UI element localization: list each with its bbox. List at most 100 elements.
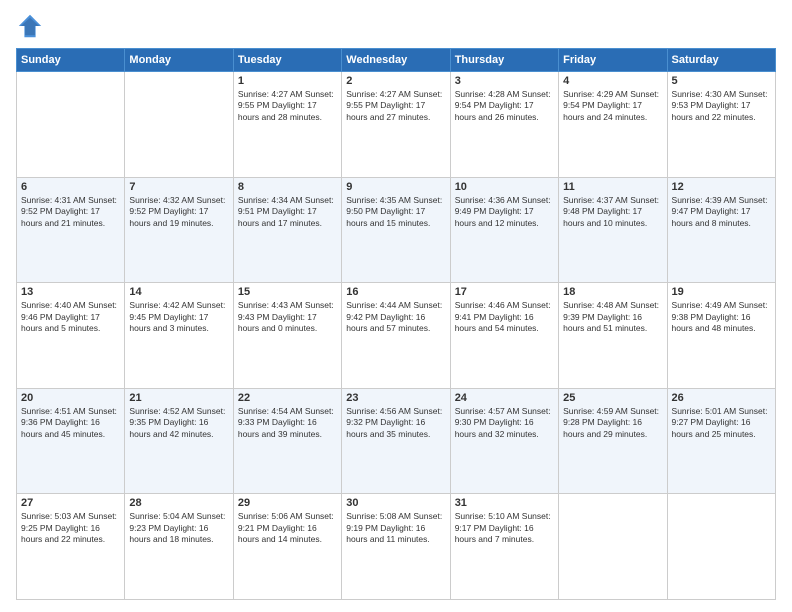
cell-content: Sunrise: 5:01 AM Sunset: 9:27 PM Dayligh… — [672, 406, 771, 440]
day-number: 8 — [238, 181, 337, 193]
cell-content: Sunrise: 4:44 AM Sunset: 9:42 PM Dayligh… — [346, 300, 445, 334]
day-number: 1 — [238, 75, 337, 87]
day-number: 24 — [455, 392, 554, 404]
cell-content: Sunrise: 5:10 AM Sunset: 9:17 PM Dayligh… — [455, 511, 554, 545]
calendar-day-header: Monday — [125, 49, 233, 72]
calendar-cell: 23Sunrise: 4:56 AM Sunset: 9:32 PM Dayli… — [342, 388, 450, 494]
cell-content: Sunrise: 4:28 AM Sunset: 9:54 PM Dayligh… — [455, 89, 554, 123]
day-number: 5 — [672, 75, 771, 87]
cell-content: Sunrise: 4:57 AM Sunset: 9:30 PM Dayligh… — [455, 406, 554, 440]
calendar-cell — [559, 494, 667, 600]
calendar-cell: 29 Sunrise: 5:06 AM Sunset: 9:21 PM Dayli… — [233, 494, 341, 600]
day-number: 7 — [129, 181, 228, 193]
cell-content: Sunrise: 4:36 AM Sunset: 9:49 PM Dayligh… — [455, 195, 554, 229]
calendar-cell — [125, 72, 233, 178]
cell-content: Sunrise: 5:04 AM Sunset: 9:23 PM Dayligh… — [129, 511, 228, 545]
cell-content: Sunrise: 4:51 AM Sunset: 9:36 PM Dayligh… — [21, 406, 120, 440]
cell-content: Sunrise: 4:39 AM Sunset: 9:47 PM Dayligh… — [672, 195, 771, 229]
calendar-cell: 11Sunrise: 4:37 AM Sunset: 9:48 PM Dayli… — [559, 177, 667, 283]
day-number: 28 — [129, 497, 228, 509]
day-number: 19 — [672, 286, 771, 298]
header — [16, 12, 776, 40]
calendar-day-header: Tuesday — [233, 49, 341, 72]
cell-content: Sunrise: 4:46 AM Sunset: 9:41 PM Dayligh… — [455, 300, 554, 334]
calendar-cell: 17 Sunrise: 4:46 AM Sunset: 9:41 PM Dayli… — [450, 283, 558, 389]
day-number: 22 — [238, 392, 337, 404]
day-number: 10 — [455, 181, 554, 193]
cell-content: Sunrise: 4:40 AM Sunset: 9:46 PM Dayligh… — [21, 300, 120, 334]
calendar-cell: 31Sunrise: 5:10 AM Sunset: 9:17 PM Dayli… — [450, 494, 558, 600]
day-number: 3 — [455, 75, 554, 87]
cell-content: Sunrise: 4:34 AM Sunset: 9:51 PM Dayligh… — [238, 195, 337, 229]
day-number: 16 — [346, 286, 445, 298]
day-number: 15 — [238, 286, 337, 298]
calendar-cell: 5 Sunrise: 4:30 AM Sunset: 9:53 PM Daylig… — [667, 72, 775, 178]
cell-content: Sunrise: 4:52 AM Sunset: 9:35 PM Dayligh… — [129, 406, 228, 440]
cell-content: Sunrise: 4:31 AM Sunset: 9:52 PM Dayligh… — [21, 195, 120, 229]
calendar-cell: 13 Sunrise: 4:40 AM Sunset: 9:46 PM Dayli… — [17, 283, 125, 389]
cell-content: Sunrise: 4:27 AM Sunset: 9:55 PM Dayligh… — [238, 89, 337, 123]
day-number: 2 — [346, 75, 445, 87]
calendar-week-row: 27 Sunrise: 5:03 AM Sunset: 9:25 PM Dayli… — [17, 494, 776, 600]
day-number: 9 — [346, 181, 445, 193]
calendar-cell: 3 Sunrise: 4:28 AM Sunset: 9:54 PM Daylig… — [450, 72, 558, 178]
day-number: 20 — [21, 392, 120, 404]
day-number: 17 — [455, 286, 554, 298]
day-number: 27 — [21, 497, 120, 509]
calendar-day-header: Sunday — [17, 49, 125, 72]
calendar-cell: 24 Sunrise: 4:57 AM Sunset: 9:30 PM Dayli… — [450, 388, 558, 494]
calendar-cell: 4Sunrise: 4:29 AM Sunset: 9:54 PM Daylig… — [559, 72, 667, 178]
cell-content: Sunrise: 4:42 AM Sunset: 9:45 PM Dayligh… — [129, 300, 228, 334]
cell-content: Sunrise: 4:54 AM Sunset: 9:33 PM Dayligh… — [238, 406, 337, 440]
logo — [16, 12, 48, 40]
calendar-day-header: Friday — [559, 49, 667, 72]
cell-content: Sunrise: 4:49 AM Sunset: 9:38 PM Dayligh… — [672, 300, 771, 334]
cell-content: Sunrise: 4:48 AM Sunset: 9:39 PM Dayligh… — [563, 300, 662, 334]
cell-content: Sunrise: 5:03 AM Sunset: 9:25 PM Dayligh… — [21, 511, 120, 545]
calendar-cell: 9 Sunrise: 4:35 AM Sunset: 9:50 PM Daylig… — [342, 177, 450, 283]
calendar-table: SundayMondayTuesdayWednesdayThursdayFrid… — [16, 48, 776, 600]
calendar-cell: 18 Sunrise: 4:48 AM Sunset: 9:39 PM Dayli… — [559, 283, 667, 389]
cell-content: Sunrise: 4:30 AM Sunset: 9:53 PM Dayligh… — [672, 89, 771, 123]
cell-content: Sunrise: 4:27 AM Sunset: 9:55 PM Dayligh… — [346, 89, 445, 123]
calendar-cell: 28 Sunrise: 5:04 AM Sunset: 9:23 PM Dayli… — [125, 494, 233, 600]
cell-content: Sunrise: 5:08 AM Sunset: 9:19 PM Dayligh… — [346, 511, 445, 545]
calendar-cell: 30Sunrise: 5:08 AM Sunset: 9:19 PM Dayli… — [342, 494, 450, 600]
calendar-cell — [667, 494, 775, 600]
day-number: 23 — [346, 392, 445, 404]
day-number: 21 — [129, 392, 228, 404]
calendar-week-row: 6 Sunrise: 4:31 AM Sunset: 9:52 PM Daylig… — [17, 177, 776, 283]
day-number: 29 — [238, 497, 337, 509]
cell-content: Sunrise: 4:35 AM Sunset: 9:50 PM Dayligh… — [346, 195, 445, 229]
day-number: 4 — [563, 75, 662, 87]
calendar-day-header: Wednesday — [342, 49, 450, 72]
calendar-cell: 27 Sunrise: 5:03 AM Sunset: 9:25 PM Dayli… — [17, 494, 125, 600]
calendar-header-row: SundayMondayTuesdayWednesdayThursdayFrid… — [17, 49, 776, 72]
calendar-cell: 20 Sunrise: 4:51 AM Sunset: 9:36 PM Dayli… — [17, 388, 125, 494]
calendar-cell: 1 Sunrise: 4:27 AM Sunset: 9:55 PM Daylig… — [233, 72, 341, 178]
calendar-cell: 25 Sunrise: 4:59 AM Sunset: 9:28 PM Dayli… — [559, 388, 667, 494]
calendar-cell: 16 Sunrise: 4:44 AM Sunset: 9:42 PM Dayli… — [342, 283, 450, 389]
calendar-cell — [17, 72, 125, 178]
cell-content: Sunrise: 5:06 AM Sunset: 9:21 PM Dayligh… — [238, 511, 337, 545]
calendar-cell: 19 Sunrise: 4:49 AM Sunset: 9:38 PM Dayli… — [667, 283, 775, 389]
calendar-day-header: Saturday — [667, 49, 775, 72]
day-number: 25 — [563, 392, 662, 404]
day-number: 11 — [563, 181, 662, 193]
day-number: 18 — [563, 286, 662, 298]
calendar-cell: 12 Sunrise: 4:39 AM Sunset: 9:47 PM Dayli… — [667, 177, 775, 283]
calendar-cell: 10 Sunrise: 4:36 AM Sunset: 9:49 PM Dayli… — [450, 177, 558, 283]
day-number: 6 — [21, 181, 120, 193]
day-number: 12 — [672, 181, 771, 193]
calendar-cell: 14Sunrise: 4:42 AM Sunset: 9:45 PM Dayli… — [125, 283, 233, 389]
calendar-week-row: 20 Sunrise: 4:51 AM Sunset: 9:36 PM Dayli… — [17, 388, 776, 494]
logo-icon — [16, 12, 44, 40]
calendar-cell: 26 Sunrise: 5:01 AM Sunset: 9:27 PM Dayli… — [667, 388, 775, 494]
cell-content: Sunrise: 4:59 AM Sunset: 9:28 PM Dayligh… — [563, 406, 662, 440]
day-number: 13 — [21, 286, 120, 298]
cell-content: Sunrise: 4:32 AM Sunset: 9:52 PM Dayligh… — [129, 195, 228, 229]
day-number: 26 — [672, 392, 771, 404]
calendar-cell: 7 Sunrise: 4:32 AM Sunset: 9:52 PM Daylig… — [125, 177, 233, 283]
cell-content: Sunrise: 4:43 AM Sunset: 9:43 PM Dayligh… — [238, 300, 337, 334]
calendar-week-row: 1 Sunrise: 4:27 AM Sunset: 9:55 PM Daylig… — [17, 72, 776, 178]
